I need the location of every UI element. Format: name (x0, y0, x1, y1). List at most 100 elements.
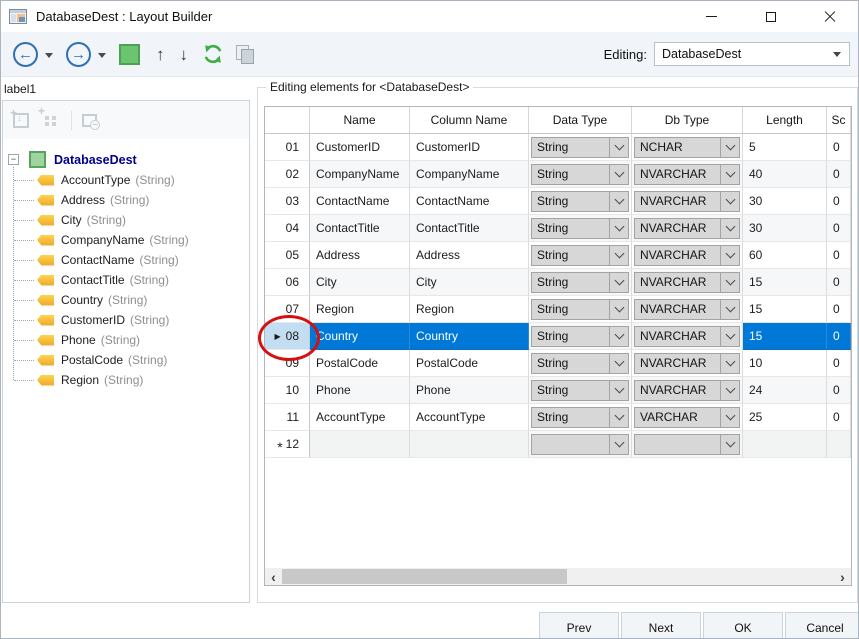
horizontal-scrollbar[interactable]: ‹ › (265, 568, 851, 585)
dropdown-button[interactable] (720, 165, 739, 184)
column-name-cell[interactable]: City (410, 269, 529, 296)
db-type-select[interactable]: NVARCHAR (634, 353, 740, 374)
refresh-icon[interactable] (202, 43, 224, 65)
db-type-select[interactable]: NVARCHAR (634, 245, 740, 266)
dropdown-button[interactable] (720, 381, 739, 400)
length-cell[interactable]: 15 (743, 296, 827, 323)
row-header[interactable]: 07 (265, 296, 310, 323)
name-cell[interactable]: Country (310, 323, 410, 350)
length-cell[interactable]: 60 (743, 242, 827, 269)
db-type-select[interactable]: NVARCHAR (634, 380, 740, 401)
column-name-cell[interactable]: CompanyName (410, 161, 529, 188)
data-type-select[interactable]: String (531, 137, 629, 158)
db-type-select[interactable]: NCHAR (634, 137, 740, 158)
data-type-select[interactable]: String (531, 272, 629, 293)
row-header[interactable]: 06 (265, 269, 310, 296)
dropdown-button[interactable] (720, 435, 739, 454)
name-cell[interactable]: City (310, 269, 410, 296)
length-cell[interactable]: 15 (743, 269, 827, 296)
db-type-select[interactable]: NVARCHAR (634, 272, 740, 293)
column-name-cell[interactable]: ContactName (410, 188, 529, 215)
column-name-cell[interactable]: Phone (410, 377, 529, 404)
tree-item[interactable]: Phone(String) (3, 330, 249, 350)
prev-button[interactable]: Prev (539, 612, 619, 639)
grid-column-header[interactable]: Length (743, 107, 827, 133)
scale-cell[interactable]: 0 (827, 215, 851, 242)
scale-cell[interactable]: 0 (827, 161, 851, 188)
maximize-button[interactable] (741, 1, 801, 32)
name-cell[interactable]: ContactName (310, 188, 410, 215)
scale-cell[interactable]: 0 (827, 134, 851, 161)
grid-column-header[interactable]: Db Type (632, 107, 743, 133)
length-cell[interactable]: 5 (743, 134, 827, 161)
row-header[interactable]: 03 (265, 188, 310, 215)
data-type-select[interactable]: String (531, 218, 629, 239)
column-name-cell[interactable] (410, 431, 529, 458)
data-type-select[interactable]: String (531, 353, 629, 374)
name-cell[interactable]: AccountType (310, 404, 410, 431)
scale-cell[interactable]: 0 (827, 296, 851, 323)
dropdown-button[interactable] (609, 408, 628, 427)
remove-element-icon[interactable] (82, 114, 97, 127)
name-cell[interactable]: CompanyName (310, 161, 410, 188)
dropdown-button[interactable] (720, 354, 739, 373)
grid-corner-header[interactable] (265, 107, 310, 133)
db-type-select[interactable]: NVARCHAR (634, 191, 740, 212)
grid-column-header[interactable]: Data Type (529, 107, 632, 133)
scrollbar-thumb[interactable] (282, 569, 567, 584)
row-header[interactable]: 02 (265, 161, 310, 188)
grid-column-header[interactable]: Sc (827, 107, 851, 133)
stop-button[interactable] (119, 44, 140, 65)
forward-dropdown-caret-icon[interactable] (98, 53, 106, 62)
length-cell[interactable]: 30 (743, 215, 827, 242)
db-type-select[interactable]: NVARCHAR (634, 326, 740, 347)
name-cell[interactable]: Region (310, 296, 410, 323)
dropdown-button[interactable] (609, 354, 628, 373)
tree-item[interactable]: City(String) (3, 210, 249, 230)
data-type-select[interactable]: String (531, 245, 629, 266)
length-cell[interactable]: 10 (743, 350, 827, 377)
dropdown-button[interactable] (609, 327, 628, 346)
dropdown-button[interactable] (609, 273, 628, 292)
dropdown-button[interactable] (720, 300, 739, 319)
data-type-select[interactable]: String (531, 299, 629, 320)
tree-item[interactable]: ContactName(String) (3, 250, 249, 270)
column-name-cell[interactable]: ContactTitle (410, 215, 529, 242)
scale-cell[interactable]: 0 (827, 404, 851, 431)
scroll-left-icon[interactable]: ‹ (265, 568, 282, 585)
editing-combobox[interactable]: DatabaseDest (654, 42, 850, 66)
length-cell[interactable]: 40 (743, 161, 827, 188)
row-header[interactable]: 05 (265, 242, 310, 269)
row-header[interactable]: *12 (265, 431, 310, 458)
scroll-right-icon[interactable]: › (834, 568, 851, 585)
grid-column-header[interactable]: Column Name (410, 107, 529, 133)
db-type-select[interactable]: NVARCHAR (634, 164, 740, 185)
row-header[interactable]: 11 (265, 404, 310, 431)
scale-cell[interactable]: 0 (827, 323, 851, 350)
length-cell[interactable]: 30 (743, 188, 827, 215)
name-cell[interactable]: CustomerID (310, 134, 410, 161)
row-header[interactable]: 04 (265, 215, 310, 242)
db-type-select[interactable] (634, 434, 740, 455)
back-dropdown-caret-icon[interactable] (45, 53, 53, 62)
column-name-cell[interactable]: AccountType (410, 404, 529, 431)
tree-item[interactable]: Country(String) (3, 290, 249, 310)
data-type-select[interactable]: String (531, 191, 629, 212)
db-type-select[interactable]: NVARCHAR (634, 299, 740, 320)
grid-column-header[interactable]: Name (310, 107, 410, 133)
tree-item[interactable]: Region(String) (3, 370, 249, 390)
cancel-button[interactable]: Cancel (785, 612, 859, 639)
tree-item[interactable]: PostalCode(String) (3, 350, 249, 370)
name-cell[interactable] (310, 431, 410, 458)
db-type-select[interactable]: VARCHAR (634, 407, 740, 428)
name-cell[interactable]: PostalCode (310, 350, 410, 377)
scale-cell[interactable]: 0 (827, 188, 851, 215)
dropdown-button[interactable] (609, 138, 628, 157)
length-cell[interactable]: 24 (743, 377, 827, 404)
minimize-button[interactable] (681, 1, 741, 32)
add-element-icon[interactable]: +↓ (13, 113, 29, 128)
dropdown-button[interactable] (720, 327, 739, 346)
dropdown-button[interactable] (609, 192, 628, 211)
db-type-select[interactable]: NVARCHAR (634, 218, 740, 239)
scrollbar-track[interactable] (282, 568, 834, 585)
